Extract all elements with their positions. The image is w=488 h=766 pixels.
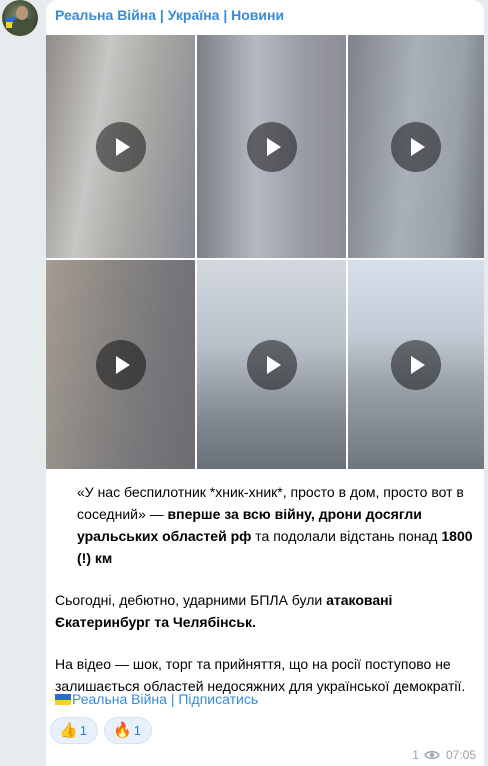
- video-thumbnail-6[interactable]: [348, 260, 484, 469]
- channel-avatar[interactable]: [2, 0, 38, 36]
- reaction-thumbs-up[interactable]: 👍 1: [50, 717, 98, 744]
- play-icon[interactable]: [95, 121, 146, 172]
- fire-icon: 🔥: [113, 722, 132, 739]
- avatar-figure-head: [16, 6, 28, 20]
- post-text-segment: та подолали відстань понад: [251, 528, 442, 544]
- post-paragraph-1: «У нас беспилотник *хник-хник*, просто в…: [55, 481, 479, 569]
- play-icon[interactable]: [391, 121, 441, 172]
- post-paragraph-2: Сьогодні, дебютно, ударними БПЛА були ат…: [55, 589, 479, 633]
- reaction-count: 1: [133, 723, 141, 738]
- post-text-segment: Сьогодні, дебютно, ударними БПЛА були: [55, 592, 327, 608]
- reaction-count: 1: [79, 723, 87, 738]
- play-icon[interactable]: [246, 121, 297, 172]
- video-thumbnail-1[interactable]: [46, 35, 195, 258]
- message-bubble: Реальна Війна | Україна | Новини «У нас …: [46, 0, 484, 766]
- play-icon[interactable]: [246, 339, 297, 390]
- message-time: 07:05: [445, 747, 476, 762]
- video-thumbnail-4[interactable]: [46, 260, 195, 469]
- channel-name[interactable]: Реальна Війна | Україна | Новини: [55, 7, 284, 23]
- play-icon[interactable]: [391, 339, 441, 390]
- subscribe-link-label[interactable]: Реальна Війна | Підписатись: [72, 691, 258, 707]
- play-icon[interactable]: [95, 339, 146, 390]
- avatar-figure-body: [12, 18, 34, 36]
- reaction-fire[interactable]: 🔥 1: [104, 717, 152, 744]
- thumbs-up-icon: 👍: [59, 722, 78, 739]
- eye-icon: [424, 750, 440, 759]
- video-grid: [46, 35, 484, 469]
- message-meta: 1 07:05: [412, 747, 476, 762]
- video-thumbnail-2[interactable]: [197, 35, 346, 258]
- subscribe-link[interactable]: Реальна Війна | Підписатись: [55, 689, 258, 709]
- ukraine-flag-icon: [55, 694, 71, 705]
- video-thumbnail-5[interactable]: [197, 260, 346, 469]
- video-thumbnail-3[interactable]: [348, 35, 484, 258]
- views-count: 1: [412, 747, 419, 762]
- post-text: «У нас беспилотник *хник-хник*, просто в…: [55, 481, 479, 697]
